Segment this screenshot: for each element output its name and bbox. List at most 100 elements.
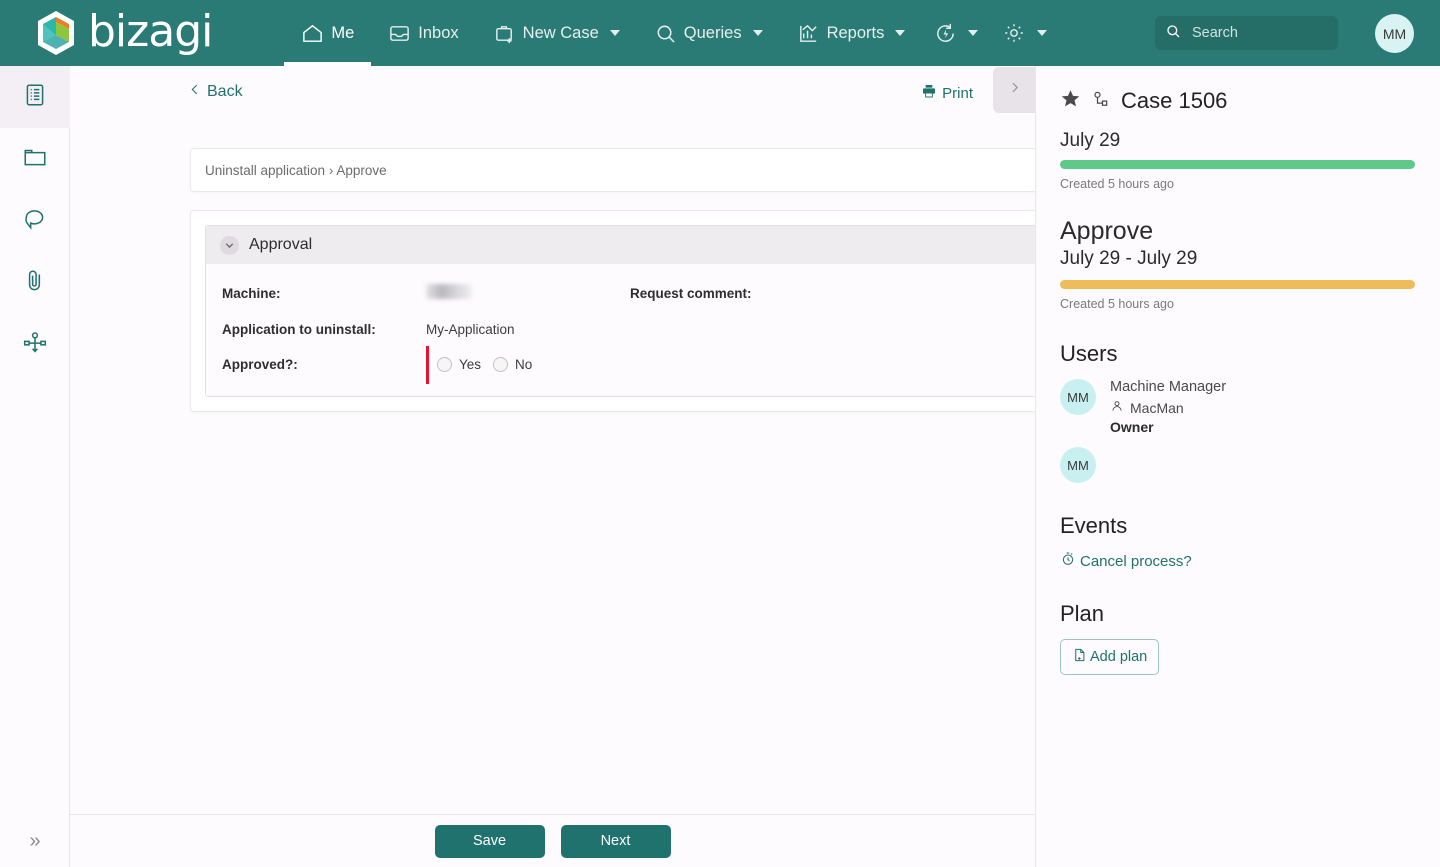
list-item: MM Machine Manager MacMan Owner [1060, 379, 1416, 435]
folder-icon [22, 144, 48, 175]
user-role: Owner [1110, 419, 1154, 435]
nav-label-me: Me [331, 23, 355, 42]
approval-section-body: Machine: Request comment: Application to… [206, 264, 1035, 396]
rail-item-process-diagram[interactable] [0, 314, 70, 376]
add-plan-button[interactable]: Add plan [1060, 639, 1160, 675]
user-login-name: MacMan [1130, 399, 1184, 416]
nav-label-new-case: New Case [522, 23, 599, 42]
chevron-down-icon [220, 235, 239, 255]
bizagi-logo-text: bizagi [88, 5, 213, 57]
case-detail-panel: Case 1506 July 29 Created 5 hours ago Ap… [1036, 66, 1440, 867]
stage-created-note: Created 5 hours ago [1060, 177, 1174, 191]
avatar-initials: MM [1067, 457, 1089, 473]
radio-no-input[interactable] [493, 357, 509, 372]
radio-yes-label: Yes [459, 357, 482, 372]
rail-item-case-summary[interactable] [0, 66, 70, 128]
approval-section-title: Approval [249, 236, 313, 253]
nav-label-inbox: Inbox [418, 23, 459, 42]
process-node-icon[interactable] [1090, 89, 1110, 114]
stage-approve-progress-bar [1060, 280, 1415, 289]
user-avatar[interactable]: MM [1375, 14, 1414, 53]
left-rail: » [0, 66, 70, 867]
user-avatar-initials: MM [1382, 25, 1407, 42]
approved-label: Approved?: [222, 357, 298, 372]
rail-expand-button[interactable]: » [0, 815, 70, 867]
chevron-down-icon [968, 30, 979, 36]
star-icon[interactable] [1060, 88, 1081, 114]
cancel-process-label: Cancel process? [1080, 552, 1192, 570]
search-icon [1165, 23, 1181, 44]
user-display-name: Machine Manager [1110, 379, 1227, 395]
print-button[interactable]: Print [921, 83, 973, 103]
case-title: Case 1506 [1121, 88, 1228, 113]
approval-section-header[interactable]: Approval [206, 226, 1035, 264]
body-row: » Back Print Uninstall application › App… [0, 66, 1440, 867]
radio-option-yes[interactable]: Yes [437, 357, 481, 372]
machine-label: Machine: [222, 285, 281, 301]
chevron-down-icon [1037, 30, 1048, 36]
home-icon [301, 22, 324, 45]
refresh-bolt-icon [934, 22, 957, 45]
nav-item-new-case[interactable]: New Case [476, 0, 637, 66]
chevron-right-icon [1008, 80, 1021, 100]
chart-icon [797, 22, 820, 45]
cancel-process-link[interactable]: Cancel process? [1060, 551, 1416, 571]
case-summary-icon [22, 82, 48, 113]
stage-approve: Approve July 29 - July 29 Created 5 hour… [1060, 217, 1416, 311]
search-input-wrapper[interactable] [1155, 16, 1338, 50]
printer-icon [921, 83, 937, 103]
bizagi-logo[interactable]: bizagi [34, 5, 213, 57]
bizagi-logo-icon [38, 11, 74, 55]
nav-item-me[interactable]: Me [284, 0, 372, 66]
machine-value [426, 284, 630, 302]
double-chevron-right-icon: » [29, 829, 41, 852]
avatar: MM [1060, 379, 1096, 415]
back-label: Back [207, 83, 243, 100]
field-grid: Machine: Request comment: Application to… [222, 284, 1026, 384]
center-column: Back Print Uninstall application › Appro… [70, 66, 1036, 867]
save-button[interactable]: Save [434, 824, 545, 858]
avatar: MM [1060, 447, 1096, 483]
stage-approve-title: Approve [1060, 217, 1154, 245]
radio-option-no[interactable]: No [493, 357, 532, 372]
paperclip-icon [22, 268, 48, 299]
radio-yes-input[interactable] [437, 357, 452, 372]
app-root: bizagi Me Inbox New Case Queries Reports… [0, 0, 1440, 867]
avatar-initials: MM [1067, 389, 1089, 405]
rail-item-comments[interactable] [0, 190, 70, 252]
content-toolbar: Back Print [70, 66, 1035, 118]
center-scroll-area: Back Print Uninstall application › Appro… [70, 66, 1035, 814]
application-to-uninstall-label: Application to uninstall: [222, 322, 376, 337]
nav-item-reports[interactable]: Reports [780, 0, 923, 66]
approved-radio-group: Yes No [426, 346, 630, 384]
search-input[interactable] [1190, 24, 1330, 42]
gear-icon [1002, 21, 1026, 45]
add-plan-label: Add plan [1090, 649, 1148, 665]
nav-item-refresh[interactable] [922, 0, 990, 66]
collapse-right-panel-button[interactable] [993, 67, 1035, 113]
back-button[interactable]: Back [188, 82, 243, 102]
chevron-down-icon [609, 30, 620, 36]
main-nav-items: Me Inbox New Case Queries Reports [284, 0, 1059, 66]
user-info: Machine Manager MacMan Owner [1110, 379, 1226, 435]
nav-item-inbox[interactable]: Inbox [371, 0, 475, 66]
next-button[interactable]: Next [560, 824, 671, 858]
rail-item-attachments[interactable] [0, 252, 70, 314]
form-card: Approval Machine: Request comment: Appli… [190, 210, 1035, 412]
nav-item-queries[interactable]: Queries [637, 0, 780, 66]
chevron-down-icon [752, 30, 763, 36]
list-item: MM [1060, 447, 1416, 483]
stage-approve-dates: July 29 - July 29 [1060, 248, 1198, 269]
redacted-machine-value [426, 284, 472, 299]
radio-no-label: No [515, 357, 533, 372]
briefcase-plus-icon [493, 22, 516, 45]
bottom-action-bar: Save Next [70, 814, 1035, 867]
nav-label-reports: Reports [826, 23, 885, 42]
document-add-icon [1072, 647, 1087, 667]
timer-icon [1060, 551, 1076, 571]
rail-item-folder[interactable] [0, 128, 70, 190]
nav-label-queries: Queries [683, 23, 742, 42]
comment-icon [22, 206, 48, 237]
nav-item-settings[interactable] [990, 0, 1059, 66]
request-comment-label: Request comment: [630, 285, 752, 301]
